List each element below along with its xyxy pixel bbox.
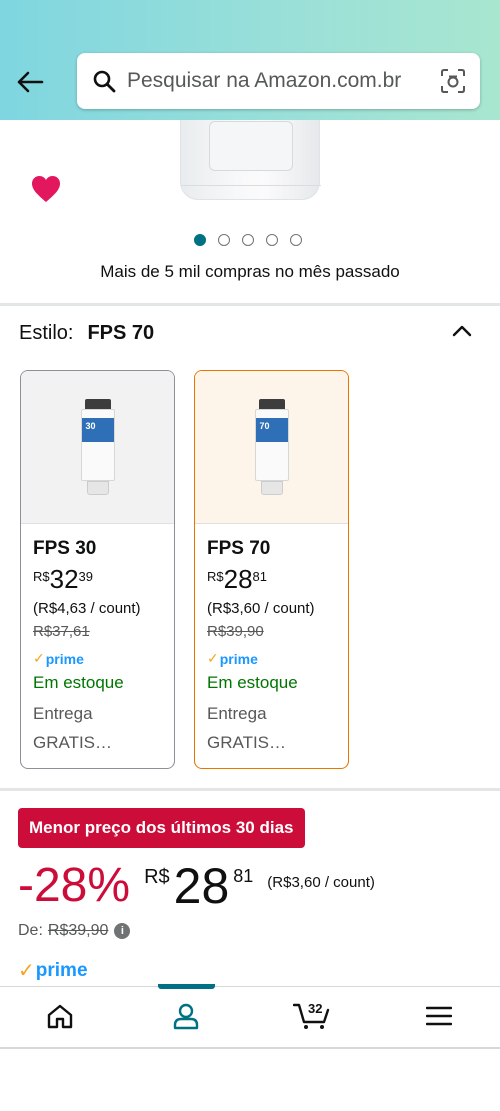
search-icon bbox=[89, 66, 119, 96]
option-list-price: R$39,90 bbox=[207, 623, 264, 640]
style-option-fps70[interactable]: 70 FPS 70 R$ 28 81 (R$3,60 / count) R$39… bbox=[194, 370, 349, 769]
bottom-navigation: 32 bbox=[0, 984, 500, 1050]
option-image: 30 bbox=[21, 371, 174, 524]
nav-cart[interactable]: 32 bbox=[282, 987, 342, 1050]
purchases-social-proof: Mais de 5 mil compras no mês passado bbox=[100, 262, 400, 281]
option-title: FPS 30 bbox=[33, 538, 97, 559]
chevron-up-icon[interactable] bbox=[447, 316, 477, 346]
style-selected-value: FPS 70 bbox=[87, 322, 155, 344]
list-price: R$39,90 bbox=[47, 922, 109, 939]
prime-logo: ✓ prime bbox=[18, 959, 88, 983]
discount-percent: -28% bbox=[18, 859, 131, 912]
option-price: R$ 28 81 bbox=[207, 564, 268, 594]
carousel-dot[interactable] bbox=[266, 234, 278, 246]
option-unit-price: (R$3,60 / count) bbox=[207, 600, 315, 617]
option-availability: Em estoque bbox=[33, 673, 124, 692]
option-unit-price: (R$4,63 / count) bbox=[33, 600, 141, 617]
info-icon[interactable]: i bbox=[114, 923, 131, 939]
deal-badge: Menor preço dos últimos 30 dias bbox=[18, 808, 305, 848]
option-title: FPS 70 bbox=[207, 538, 271, 559]
option-availability: Em estoque bbox=[207, 673, 298, 692]
prime-badge: ✓ prime bbox=[207, 650, 258, 667]
search-input[interactable]: Pesquisar na Amazon.com.br bbox=[77, 53, 480, 109]
product-image-area[interactable] bbox=[0, 120, 500, 225]
section-divider bbox=[0, 788, 500, 791]
nav-menu[interactable] bbox=[409, 987, 469, 1050]
style-label: Estilo: bbox=[19, 322, 74, 344]
section-divider bbox=[0, 303, 500, 306]
option-delivery: Entrega GRATIS… bbox=[33, 704, 113, 752]
prime-badge: ✓ prime bbox=[33, 650, 84, 667]
nav-home[interactable] bbox=[30, 987, 90, 1050]
sunscreen-tube-image: 70 bbox=[253, 399, 291, 495]
app-header: Pesquisar na Amazon.com.br bbox=[0, 0, 500, 120]
price-currency: R$ bbox=[144, 866, 170, 888]
price-block: -28% R$ 28 81 (R$3,60 / count) bbox=[18, 858, 375, 914]
back-arrow-icon[interactable] bbox=[10, 62, 50, 102]
sunscreen-tube-image: 30 bbox=[79, 399, 117, 495]
heart-icon[interactable] bbox=[28, 172, 64, 206]
user-icon bbox=[172, 1002, 200, 1035]
cart-count-badge: 32 bbox=[308, 1001, 323, 1016]
list-price-row: De: R$39,90 i bbox=[18, 922, 131, 940]
carousel-dot[interactable] bbox=[290, 234, 302, 246]
image-carousel-dots[interactable] bbox=[194, 234, 302, 246]
price-whole: 28 bbox=[173, 858, 230, 914]
option-image: 70 bbox=[195, 371, 348, 524]
nav-account[interactable] bbox=[156, 987, 216, 1050]
product-image bbox=[180, 120, 321, 200]
search-placeholder: Pesquisar na Amazon.com.br bbox=[127, 69, 402, 92]
carousel-dot[interactable] bbox=[218, 234, 230, 246]
carousel-dot[interactable] bbox=[194, 234, 206, 246]
camera-search-icon[interactable] bbox=[438, 66, 468, 96]
hamburger-menu-icon bbox=[425, 1006, 453, 1031]
prime-check-icon: ✓ bbox=[207, 650, 219, 666]
unit-price: (R$3,60 / count) bbox=[267, 874, 375, 891]
option-list-price: R$37,61 bbox=[33, 623, 90, 640]
price-fraction: 81 bbox=[233, 866, 254, 886]
prime-check-icon: ✓ bbox=[33, 650, 45, 666]
list-price-label: De: bbox=[18, 922, 43, 939]
carousel-dot[interactable] bbox=[242, 234, 254, 246]
prime-check-icon: ✓ bbox=[18, 960, 35, 982]
home-icon bbox=[46, 1003, 74, 1034]
style-option-fps30[interactable]: 30 FPS 30 R$ 32 39 (R$4,63 / count) R$37… bbox=[20, 370, 175, 769]
option-price: R$ 32 39 bbox=[33, 564, 94, 594]
option-delivery: Entrega GRATIS… bbox=[207, 704, 287, 752]
style-selector-header[interactable]: Estilo: FPS 70 bbox=[19, 322, 481, 345]
